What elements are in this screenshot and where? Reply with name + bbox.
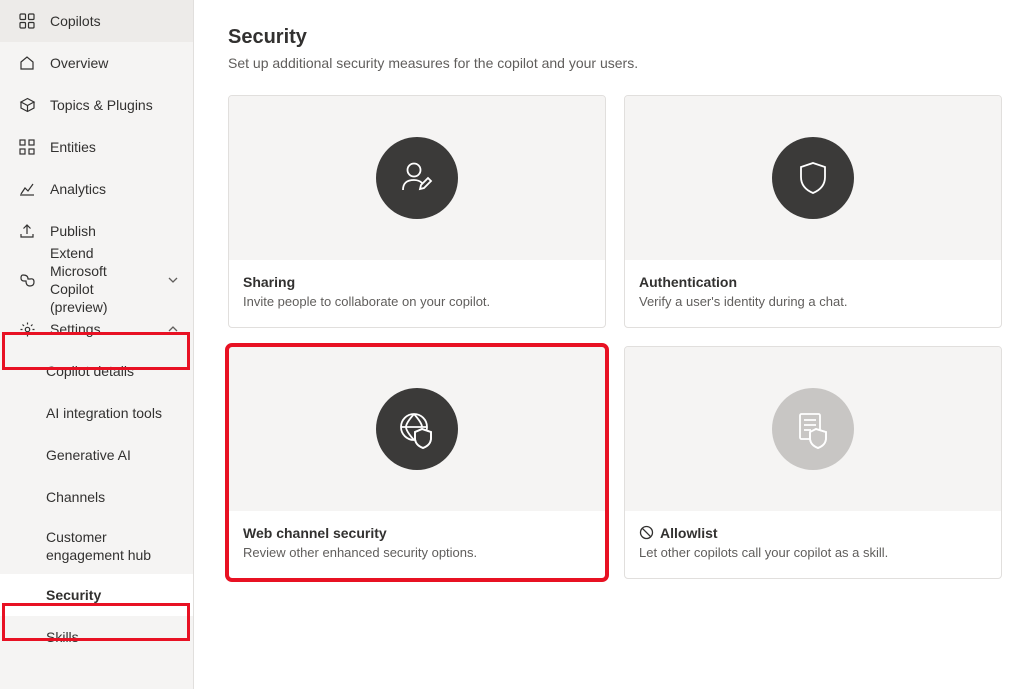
sidebar-sub-skills[interactable]: Skills — [0, 616, 193, 658]
sidebar-item-topics[interactable]: Topics & Plugins — [0, 84, 193, 126]
topics-icon — [18, 96, 36, 114]
card-title: Web channel security — [243, 525, 591, 541]
card-title: Authentication — [639, 274, 987, 290]
sidebar-label-copilots: Copilots — [50, 12, 179, 30]
chevron-up-icon — [167, 323, 179, 335]
sidebar-label: Security — [46, 586, 179, 604]
card-body: Authentication Verify a user's identity … — [625, 260, 1001, 327]
card-title: Sharing — [243, 274, 591, 290]
card-body: Sharing Invite people to collaborate on … — [229, 260, 605, 327]
shield-icon — [772, 137, 854, 219]
sharing-icon — [376, 137, 458, 219]
sidebar-sub-channels[interactable]: Channels — [0, 476, 193, 518]
home-icon — [18, 54, 36, 72]
sidebar-label: Generative AI — [46, 446, 179, 464]
main-content: Security Set up additional security meas… — [194, 0, 1032, 689]
sidebar-sub-security[interactable]: Security — [0, 574, 193, 616]
card-hero — [229, 347, 605, 511]
globe-shield-icon — [376, 388, 458, 470]
sidebar: Copilots Overview Topics & Plugins Entit… — [0, 0, 194, 689]
sidebar-sub-generative-ai[interactable]: Generative AI — [0, 434, 193, 476]
analytics-icon — [18, 180, 36, 198]
card-body: Web channel security Review other enhanc… — [229, 511, 605, 578]
sidebar-label: Overview — [50, 54, 179, 72]
card-grid: Sharing Invite people to collaborate on … — [228, 95, 1002, 579]
sidebar-item-extend[interactable]: Extend Microsoft Copilot (preview) — [0, 252, 193, 308]
card-title: Allowlist — [639, 525, 987, 541]
page-title: Security — [228, 26, 1002, 49]
sidebar-item-settings[interactable]: Settings — [0, 308, 193, 350]
entities-icon — [18, 138, 36, 156]
card-hero — [625, 96, 1001, 260]
card-desc: Let other copilots call your copilot as … — [639, 545, 987, 562]
sidebar-label: Customer engagement hub — [46, 528, 179, 564]
allowlist-icon — [772, 388, 854, 470]
sidebar-label: Extend Microsoft Copilot (preview) — [50, 244, 153, 317]
gear-icon — [18, 320, 36, 338]
sidebar-label: Topics & Plugins — [50, 96, 179, 114]
card-desc: Review other enhanced security options. — [243, 545, 591, 562]
sidebar-item-analytics[interactable]: Analytics — [0, 168, 193, 210]
sidebar-item-overview[interactable]: Overview — [0, 42, 193, 84]
card-hero — [625, 347, 1001, 511]
copilot-icon — [18, 271, 36, 289]
publish-icon — [18, 222, 36, 240]
card-authentication[interactable]: Authentication Verify a user's identity … — [624, 95, 1002, 328]
card-title-text: Allowlist — [660, 525, 718, 541]
card-desc: Verify a user's identity during a chat. — [639, 294, 987, 311]
card-allowlist[interactable]: Allowlist Let other copilots call your c… — [624, 346, 1002, 579]
sidebar-label: Analytics — [50, 180, 179, 198]
apps-icon — [18, 12, 36, 30]
card-sharing[interactable]: Sharing Invite people to collaborate on … — [228, 95, 606, 328]
block-icon — [639, 525, 654, 540]
card-web-channel-security[interactable]: Web channel security Review other enhanc… — [228, 346, 606, 579]
sidebar-label: Copilot details — [46, 362, 179, 380]
sidebar-item-copilots[interactable]: Copilots — [0, 0, 193, 42]
sidebar-item-entities[interactable]: Entities — [0, 126, 193, 168]
page-subtitle: Set up additional security measures for … — [228, 55, 1002, 71]
sidebar-label: Skills — [46, 628, 179, 646]
sidebar-sub-ai-integration[interactable]: AI integration tools — [0, 392, 193, 434]
card-hero — [229, 96, 605, 260]
card-body: Allowlist Let other copilots call your c… — [625, 511, 1001, 578]
sidebar-label: Channels — [46, 488, 179, 506]
card-desc: Invite people to collaborate on your cop… — [243, 294, 591, 311]
sidebar-sub-copilot-details[interactable]: Copilot details — [0, 350, 193, 392]
sidebar-label: Entities — [50, 138, 179, 156]
chevron-down-icon — [167, 274, 179, 286]
sidebar-label: AI integration tools — [46, 404, 179, 422]
sidebar-sub-customer-hub[interactable]: Customer engagement hub — [0, 518, 193, 574]
sidebar-label: Settings — [50, 320, 153, 338]
sidebar-label: Publish — [50, 222, 179, 240]
